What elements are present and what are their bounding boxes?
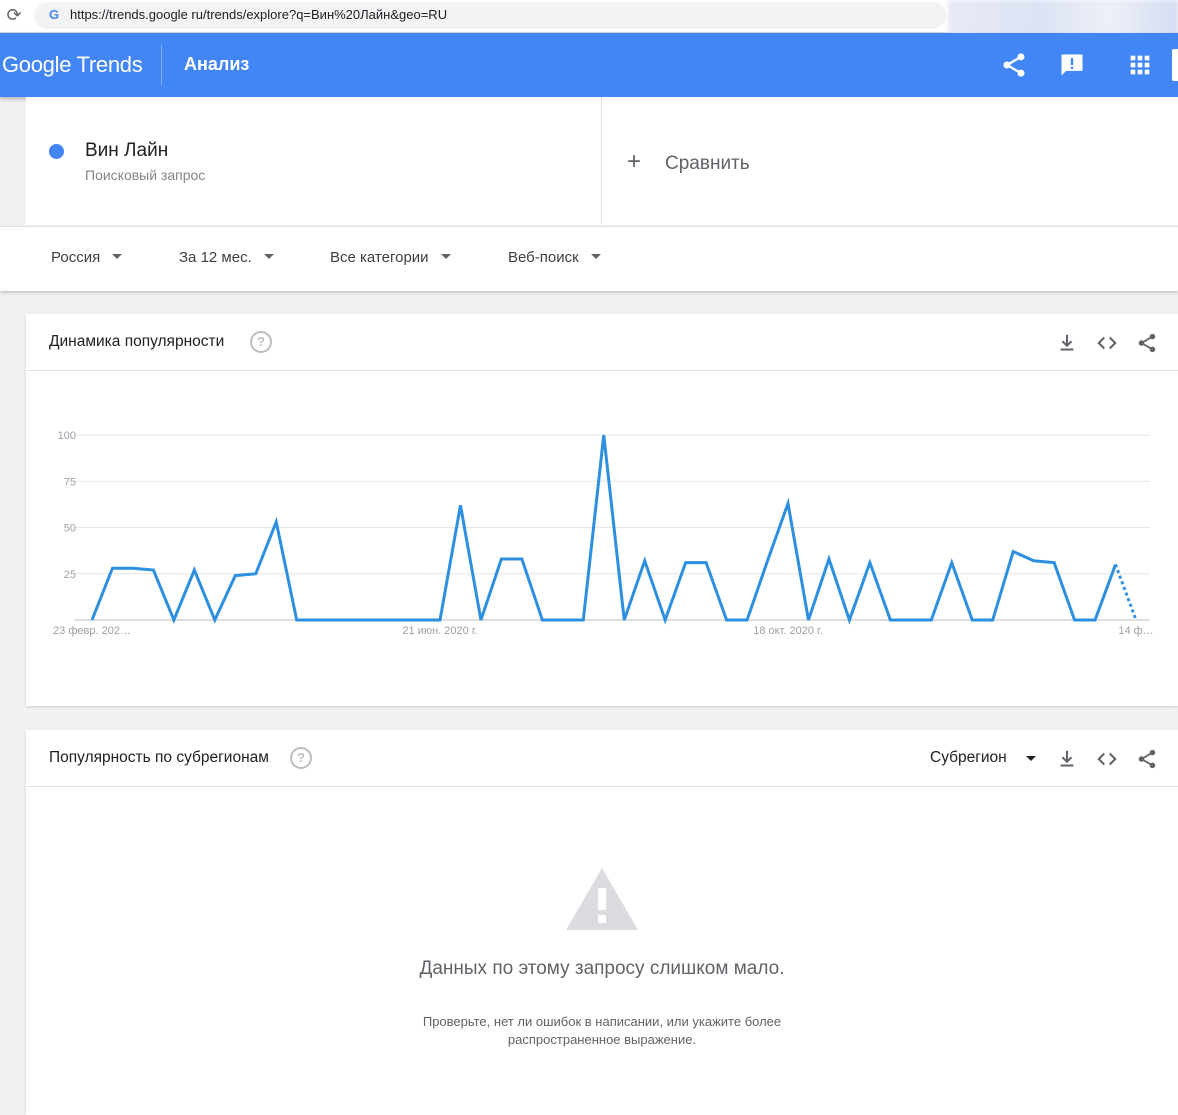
- url-text[interactable]: https://trends.google ru/trends/explore?…: [70, 7, 447, 23]
- page-title: Анализ: [184, 54, 250, 74]
- x-tick-label: 23 февр. 202…: [53, 625, 131, 637]
- brand-google: Google: [2, 52, 72, 77]
- term-divider: [601, 97, 602, 225]
- no-data-message: Данных по этому запросу слишком мало.: [419, 958, 785, 979]
- chevron-down-icon: [590, 253, 601, 259]
- share-icon[interactable]: [1136, 332, 1158, 354]
- feedback-icon[interactable]: [1058, 51, 1086, 79]
- embed-code-icon[interactable]: [1096, 332, 1118, 354]
- no-data-hint: Проверьте, нет ли ошибок в написании, ил…: [422, 1014, 782, 1047]
- card-divider: [26, 370, 1178, 371]
- card-divider: [26, 786, 1178, 787]
- region-filter[interactable]: Россия: [51, 249, 123, 266]
- google-trends-logo[interactable]: Google Trends: [2, 52, 143, 78]
- y-tick-label: 100: [58, 430, 76, 442]
- share-icon[interactable]: [1136, 748, 1158, 770]
- app-header: Google Trends Анализ: [0, 33, 1178, 97]
- warning-icon: [566, 868, 638, 930]
- chevron-down-icon[interactable]: [1026, 756, 1036, 761]
- plus-icon[interactable]: +: [627, 148, 641, 176]
- help-icon[interactable]: ?: [290, 747, 312, 769]
- category-filter-label: Все категории: [330, 249, 429, 266]
- search-type-filter[interactable]: Веб-поиск: [508, 249, 601, 266]
- interest-line-chart[interactable]: 25 50 75 100 23 февр. 202… 21 июн. 2020 г. 18 …: [26, 380, 1178, 650]
- chevron-down-icon: [112, 253, 123, 259]
- header-divider: [161, 45, 162, 85]
- download-icon[interactable]: [1056, 332, 1078, 354]
- term-color-dot: [49, 144, 64, 159]
- period-filter[interactable]: За 12 мес.: [179, 249, 274, 266]
- x-tick-label: 18 окт. 2020 г.: [753, 625, 823, 637]
- help-icon[interactable]: ?: [250, 331, 272, 353]
- reload-icon[interactable]: ⟳: [4, 5, 24, 25]
- apps-grid-icon[interactable]: [1126, 51, 1154, 79]
- period-filter-label: За 12 мес.: [179, 249, 252, 266]
- download-icon[interactable]: [1056, 748, 1078, 770]
- interest-card-title: Динамика популярности: [49, 333, 225, 350]
- y-tick-label: 25: [64, 569, 76, 581]
- region-filter-label: Россия: [51, 249, 101, 266]
- search-term-card: [26, 97, 1178, 225]
- subregion-card-title: Популярность по субрегионам: [49, 749, 269, 766]
- share-icon[interactable]: [1000, 51, 1028, 79]
- brand-trends: Trends: [76, 52, 143, 77]
- compare-button[interactable]: Сравнить: [665, 153, 750, 175]
- embed-code-icon[interactable]: [1096, 748, 1118, 770]
- search-term-name[interactable]: Вин Лайн: [85, 140, 168, 162]
- partial-series-segment: [1114, 563, 1138, 621]
- chevron-down-icon: [263, 253, 274, 259]
- chevron-down-icon: [440, 253, 451, 259]
- x-tick-label: 14 ф…: [1118, 625, 1153, 637]
- google-favicon-icon: G: [48, 7, 60, 22]
- y-tick-label: 50: [64, 523, 76, 535]
- account-button-edge[interactable]: [1172, 49, 1178, 81]
- y-tick-label: 75: [64, 476, 76, 488]
- x-tick-label: 21 июн. 2020 г.: [402, 625, 477, 637]
- search-type-filter-label: Веб-поиск: [508, 249, 579, 266]
- search-term-type: Поисковый запрос: [85, 167, 206, 183]
- category-filter[interactable]: Все категории: [330, 249, 451, 266]
- subregion-selector[interactable]: Субрегион: [930, 749, 1007, 767]
